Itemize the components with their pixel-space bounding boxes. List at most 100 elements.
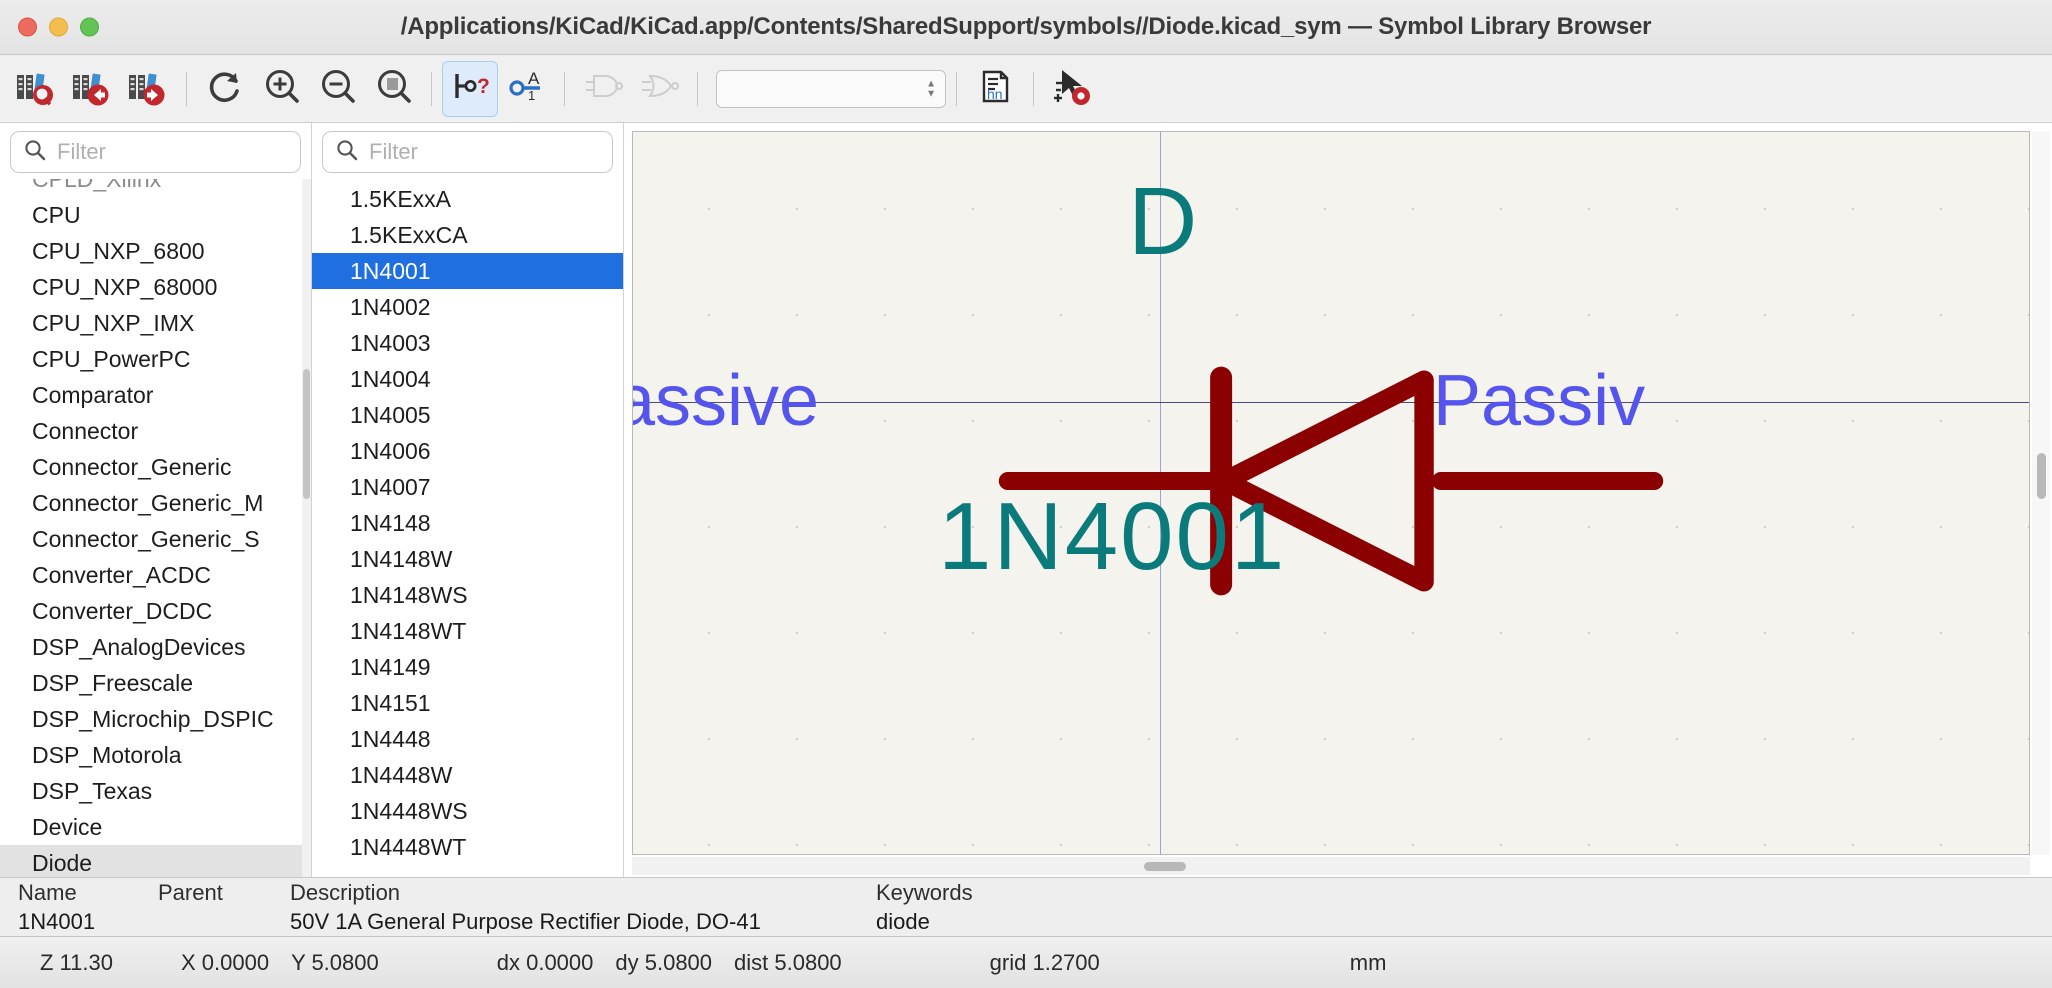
library-scrollbar-thumb[interactable] (303, 369, 310, 499)
library-item-row[interactable]: CPU_NXP_6800 (0, 233, 311, 269)
canvas-horizontal-scrollbar[interactable] (632, 857, 2030, 875)
status-zoom: Z 11.30 (40, 950, 113, 976)
library-next-icon (126, 64, 170, 113)
symbol-item-row[interactable]: 1N4448WS (312, 793, 623, 829)
canvas-vertical-scrollbar[interactable] (2032, 131, 2050, 855)
symbol-item-row[interactable]: 1N4448W (312, 757, 623, 793)
canvas-hscroll-thumb[interactable] (1144, 862, 1186, 871)
info-value-keywords: diode (876, 909, 1176, 935)
minimize-button[interactable] (49, 18, 68, 37)
library-item-row[interactable]: CPU_NXP_68000 (0, 269, 311, 305)
symbol-item-row[interactable]: 1.5KExxCA (312, 217, 623, 253)
svg-text:A: A (528, 69, 540, 88)
toolbar-separator (956, 72, 957, 106)
symbol-list[interactable]: 1.5KExxA 1.5KExxCA1N40011N40021N4003 1N400… (312, 179, 623, 877)
library-item-row[interactable]: CPLD_Xilinx (0, 179, 311, 197)
symbol-item-label: 1N4007 (350, 474, 431, 501)
library-item-row[interactable]: DSP_Freescale (0, 665, 311, 701)
symbol-item-label: 1N4006 (350, 438, 431, 465)
next-library-button[interactable] (120, 61, 176, 117)
symbol-reference-label: D (1128, 167, 1197, 277)
symbol-item-row[interactable]: 1N4006 (312, 433, 623, 469)
library-item-label: CPU_NXP_6800 (32, 238, 205, 265)
library-item-row[interactable]: Connector_Generic_S (0, 521, 311, 557)
library-item-row[interactable]: DSP_Microchip_DSPIC (0, 701, 311, 737)
library-item-row[interactable]: CPU (0, 197, 311, 233)
show-pin-names-button[interactable]: A 1 (498, 61, 554, 117)
symbol-item-row[interactable]: 1N4448WT (312, 829, 623, 865)
library-item-row[interactable]: CPU_PowerPC (0, 341, 311, 377)
library-item-label: Comparator (32, 382, 153, 409)
library-item-row[interactable]: Connector_Generic (0, 449, 311, 485)
zoom-out-button[interactable] (309, 61, 365, 117)
svg-text:hn: hn (987, 86, 1003, 102)
status-grid: grid 1.2700 (990, 950, 1100, 976)
show-datasheet-button[interactable]: hn (967, 61, 1023, 117)
library-item-label: Connector_Generic_M (32, 490, 263, 517)
refresh-icon (203, 64, 247, 113)
toolbar-separator (186, 72, 187, 106)
symbol-item-label: 1.5KExxA (350, 186, 451, 213)
select-library-button[interactable] (8, 61, 64, 117)
symbol-item-label: 1N4004 (350, 366, 431, 393)
unit-select[interactable]: ▲▼ (716, 70, 946, 108)
symbol-item-row[interactable]: 1N4151 (312, 685, 623, 721)
symbol-canvas[interactable]: D 1N4001 assive Passiv (632, 131, 2030, 855)
de-morgan-alternate-button[interactable] (631, 61, 687, 117)
library-item-label: DSP_Microchip_DSPIC (32, 706, 274, 733)
symbol-preview-panel: D 1N4001 assive Passiv (624, 123, 2052, 877)
library-item-row[interactable]: Device (0, 809, 311, 845)
symbol-item-row[interactable]: 1N4148WS (312, 577, 623, 613)
symbol-item-row[interactable]: 1N4148W (312, 541, 623, 577)
library-item-row[interactable]: Converter_DCDC (0, 593, 311, 629)
library-item-row[interactable]: DSP_Motorola (0, 737, 311, 773)
symbol-info-panel: Name Parent Description Keywords 1N4001 … (0, 877, 2052, 936)
symbol-item-row[interactable]: 1.5KExxA (312, 181, 623, 217)
zoom-out-icon (315, 64, 359, 113)
library-item-row[interactable]: Converter_ACDC (0, 557, 311, 593)
symbol-item-row[interactable]: 1N4148WT (312, 613, 623, 649)
add-to-schematic-button[interactable] (1044, 61, 1100, 117)
symbol-item-row[interactable]: 1N4007 (312, 469, 623, 505)
symbol-item-row[interactable]: 1N4148 (312, 505, 623, 541)
symbol-filter-input[interactable]: Filter (322, 131, 613, 173)
maximize-button[interactable] (80, 18, 99, 37)
show-pin-numbers-button[interactable]: ? (442, 61, 498, 117)
status-dx: dx 0.0000 (497, 950, 594, 976)
symbol-item-label: 1N4151 (350, 690, 431, 717)
library-item-row[interactable]: DSP_AnalogDevices (0, 629, 311, 665)
search-icon (23, 138, 47, 167)
toolbar-separator (1033, 72, 1034, 106)
symbol-item-row[interactable]: 1N4001 (312, 253, 623, 289)
close-button[interactable] (18, 18, 37, 37)
zoom-in-button[interactable] (253, 61, 309, 117)
library-filter-input[interactable]: Filter (10, 131, 301, 173)
library-item-row[interactable]: Diode (0, 845, 311, 877)
symbol-item-row[interactable]: 1N4002 (312, 289, 623, 325)
symbol-item-row[interactable]: 1N4005 (312, 397, 623, 433)
symbol-item-row[interactable]: 1N4448 (312, 721, 623, 757)
library-item-label: Converter_ACDC (32, 562, 211, 589)
symbol-item-row[interactable]: 1N4003 (312, 325, 623, 361)
library-item-row[interactable]: Comparator (0, 377, 311, 413)
library-list[interactable]: CPLD_XilinxCPU CPU_NXP_6800 CPU_NXP_68000 C… (0, 179, 311, 877)
previous-library-button[interactable] (64, 61, 120, 117)
zoom-to-fit-button[interactable] (365, 61, 421, 117)
library-scrollbar[interactable] (302, 179, 311, 877)
library-item-row[interactable]: DSP_Texas (0, 773, 311, 809)
status-x: X 0.0000 (181, 950, 269, 976)
symbol-filter-placeholder: Filter (369, 139, 418, 165)
de-morgan-standard-button[interactable] (575, 61, 631, 117)
symbol-item-label: 1N4148WT (350, 618, 466, 645)
symbol-item-row[interactable]: 1N4004 (312, 361, 623, 397)
refresh-button[interactable] (197, 61, 253, 117)
symbol-item-label: 1N4148WS (350, 582, 468, 609)
library-item-label: CPU_NXP_68000 (32, 274, 217, 301)
symbol-item-row[interactable]: 1N4149 (312, 649, 623, 685)
library-item-row[interactable]: CPU_NXP_IMX (0, 305, 311, 341)
library-item-row[interactable]: Connector (0, 413, 311, 449)
datasheet-icon: hn (973, 64, 1017, 113)
library-item-row[interactable]: Connector_Generic_M (0, 485, 311, 521)
library-tree-panel: Filter CPLD_XilinxCPU CPU_NXP_6800 CPU_NXP… (0, 123, 312, 877)
canvas-vscroll-thumb[interactable] (2037, 453, 2046, 499)
